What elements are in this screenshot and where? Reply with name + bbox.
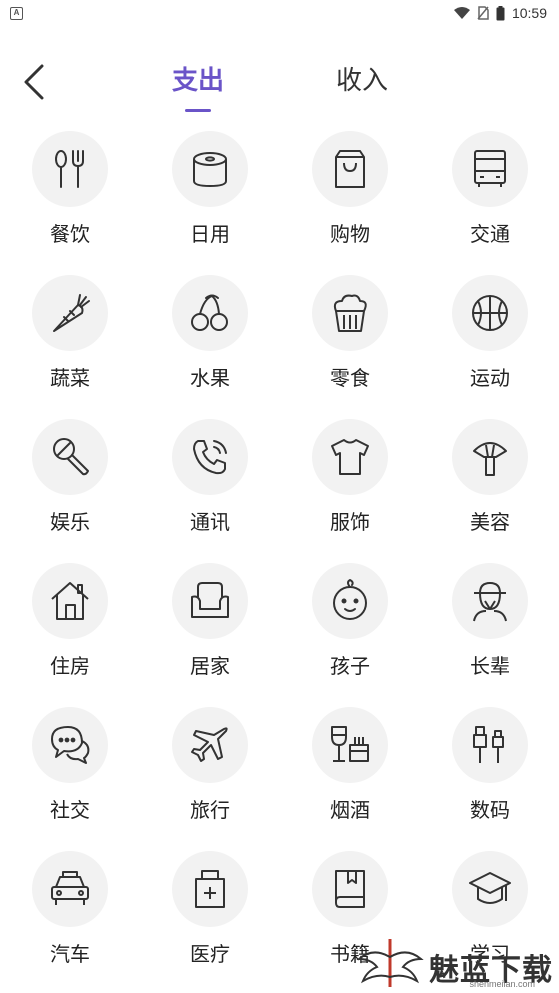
category-label: 交通 [470, 224, 510, 246]
category-label: 居家 [190, 656, 230, 678]
makeup-brush-icon [473, 442, 507, 476]
category-item[interactable]: 运动 [420, 272, 559, 416]
category-item[interactable]: 旅行 [140, 704, 280, 848]
category-item[interactable]: 孩子 [280, 560, 420, 704]
house-icon [51, 582, 89, 620]
wifi-icon [453, 6, 470, 19]
watermark-logo: 魅蓝下载 shenmeilan.com [355, 937, 553, 989]
category-item[interactable]: 娱乐 [0, 416, 140, 560]
category-item[interactable]: 购物 [280, 128, 420, 272]
category-label: 零食 [330, 368, 370, 390]
watermark-url: shenmeilan.com [469, 979, 535, 989]
category-item[interactable]: 居家 [140, 560, 280, 704]
baby-icon [333, 579, 367, 620]
basketball-icon [472, 295, 508, 331]
book-icon [335, 870, 365, 908]
clock: 10:59 [511, 5, 547, 21]
category-item[interactable]: 美容 [420, 416, 559, 560]
category-label: 服饰 [330, 512, 370, 534]
microphone-icon [53, 438, 89, 476]
notification-icon: A [10, 6, 23, 20]
tissue-roll-icon [193, 152, 227, 187]
tshirt-icon [331, 439, 369, 475]
category-label: 蔬菜 [50, 368, 90, 390]
category-label: 水果 [190, 368, 230, 390]
category-item[interactable]: 日用 [140, 128, 280, 272]
utensils-icon [55, 150, 84, 188]
category-label: 旅行 [190, 800, 230, 822]
category-grid: 餐饮 日用 购物 交通 蔬菜 水果 零食 运动 娱乐 通讯 服饰 美容 住房 居… [0, 128, 559, 992]
category-item[interactable]: 住房 [0, 560, 140, 704]
wine-cigarette-icon [331, 726, 369, 762]
category-label: 娱乐 [50, 512, 90, 534]
active-tab-indicator [185, 109, 211, 112]
phone-icon [193, 440, 227, 475]
sofa-icon [191, 582, 229, 618]
status-bar: A 10:59 [0, 0, 559, 26]
category-label: 通讯 [190, 512, 230, 534]
car-icon [51, 871, 89, 905]
category-label: 餐饮 [50, 224, 90, 246]
category-label: 长辈 [470, 656, 510, 678]
category-label: 汽车 [50, 944, 90, 966]
category-label: 购物 [330, 224, 370, 246]
tab-expense[interactable]: 支出 [166, 60, 230, 112]
category-label: 日用 [190, 224, 230, 246]
graduation-cap-icon [469, 872, 511, 904]
elder-icon [473, 582, 507, 622]
chevron-left-icon [24, 64, 44, 100]
medical-kit-icon [195, 870, 225, 908]
category-item[interactable]: 服饰 [280, 416, 420, 560]
tab-income[interactable]: 收入 [330, 60, 394, 108]
cherry-icon [191, 294, 228, 331]
category-item[interactable]: 餐饮 [0, 128, 140, 272]
category-label: 孩子 [330, 656, 370, 678]
back-button[interactable] [14, 58, 54, 106]
dragon-emblem-icon [356, 939, 424, 987]
category-label: 医疗 [190, 944, 230, 966]
header: 支出 收入 [0, 52, 559, 112]
category-item[interactable]: 交通 [420, 128, 559, 272]
chat-bubbles-icon [51, 726, 90, 764]
shopping-bag-icon [335, 150, 365, 188]
category-label: 运动 [470, 368, 510, 390]
category-item[interactable]: 烟酒 [280, 704, 420, 848]
airplane-icon [191, 727, 228, 762]
category-label: 社交 [50, 800, 90, 822]
category-item[interactable]: 汽车 [0, 848, 140, 992]
category-label: 数码 [470, 800, 510, 822]
category-label: 美容 [470, 512, 510, 534]
category-item[interactable]: 通讯 [140, 416, 280, 560]
category-item[interactable]: 社交 [0, 704, 140, 848]
usb-cable-icon [473, 726, 504, 763]
bus-icon [474, 150, 506, 187]
category-item[interactable]: 医疗 [140, 848, 280, 992]
category-item[interactable]: 数码 [420, 704, 559, 848]
category-label: 烟酒 [330, 800, 370, 822]
no-sim-icon [477, 6, 489, 20]
category-item[interactable]: 零食 [280, 272, 420, 416]
category-item[interactable]: 蔬菜 [0, 272, 140, 416]
category-item[interactable]: 长辈 [420, 560, 559, 704]
cupcake-icon [333, 294, 367, 332]
category-item[interactable]: 水果 [140, 272, 280, 416]
battery-icon [496, 5, 505, 20]
category-label: 住房 [50, 656, 90, 678]
carrot-icon [53, 294, 90, 332]
